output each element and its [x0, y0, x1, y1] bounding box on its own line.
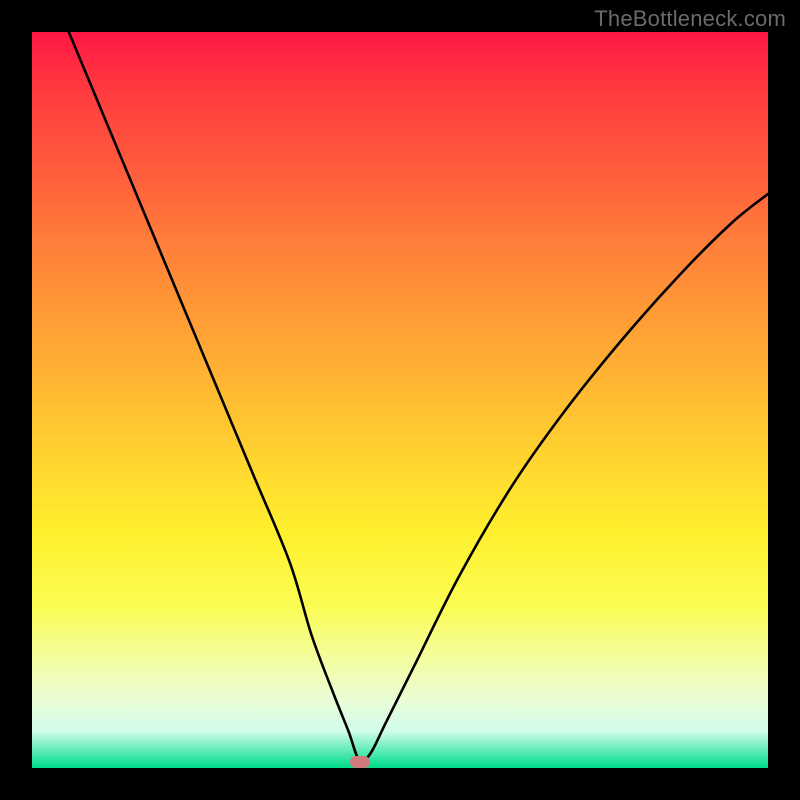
bottleneck-curve [32, 32, 768, 768]
watermark-text: TheBottleneck.com [594, 6, 786, 32]
chart-frame: TheBottleneck.com [0, 0, 800, 800]
plot-area [32, 32, 768, 768]
optimum-marker [350, 756, 370, 768]
